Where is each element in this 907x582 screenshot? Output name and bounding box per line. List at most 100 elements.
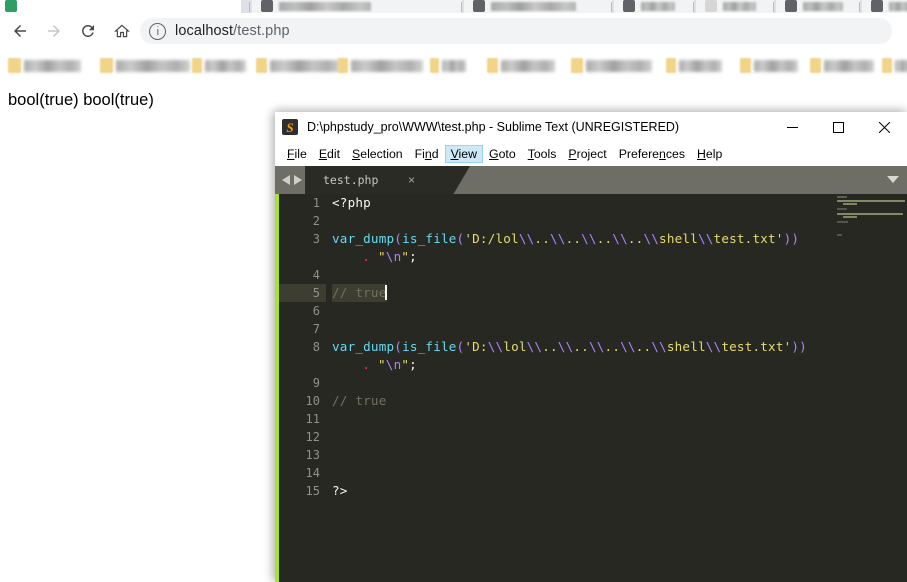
home-button[interactable] — [110, 19, 134, 43]
code-line[interactable]: 3 var_dump(is_file('D:/lol\\..\\..\\..\\.… — [275, 230, 907, 248]
browser-tab[interactable] — [614, 0, 694, 13]
line-number: 3 — [312, 232, 320, 246]
tab-nav-arrows[interactable] — [282, 175, 302, 185]
code-line[interactable]: 12 — [275, 428, 907, 446]
bookmarks-bar[interactable] — [0, 49, 907, 81]
code-token: is_file — [402, 339, 457, 354]
tab-separator — [693, 2, 694, 12]
menu-item-goto[interactable]: Goto — [483, 145, 522, 163]
bookmark-label-redacted — [501, 59, 555, 72]
editor-tab-test-php[interactable]: test.php — [305, 166, 470, 194]
code-token: lol — [503, 339, 527, 354]
bookmark-item[interactable] — [192, 57, 246, 74]
code-line[interactable]: 5 // true — [275, 284, 907, 302]
bookmark-item[interactable] — [8, 57, 81, 74]
tab-prev-icon[interactable] — [282, 175, 291, 185]
browser-tab-strip[interactable] — [0, 0, 907, 13]
code-token: <?php — [332, 195, 371, 210]
bookmark-item[interactable] — [810, 57, 874, 74]
browser-tab[interactable] — [252, 0, 462, 13]
chevron-down-icon[interactable] — [887, 176, 899, 183]
bookmark-item[interactable] — [666, 57, 722, 74]
minimap-line — [843, 203, 857, 205]
bookmark-item[interactable] — [430, 57, 466, 74]
bookmark-item[interactable] — [571, 57, 652, 74]
menu-item-help[interactable]: Help — [691, 145, 728, 163]
code-line[interactable]: 1 <?php — [275, 194, 907, 212]
bookmark-item[interactable] — [740, 57, 798, 74]
bookmark-item[interactable] — [338, 57, 423, 74]
code-line[interactable]: 9 — [275, 374, 907, 392]
code-token: )) — [783, 231, 800, 246]
code-token: // true — [332, 285, 387, 300]
bookmark-label-redacted — [824, 59, 874, 72]
code-line[interactable]: 13 — [275, 446, 907, 464]
code-token: " — [377, 249, 386, 264]
code-editor[interactable]: 1 <?php 2 3 var_dump(is_file('D:/lol\\..\\..… — [275, 194, 907, 582]
code-line[interactable]: 6 — [275, 302, 907, 320]
info-icon[interactable] — [149, 22, 166, 40]
line-number: 11 — [305, 412, 320, 426]
code-line[interactable]: 8 var_dump(is_file('D:\\lol\\..\\..\\..\\… — [275, 338, 907, 356]
sublime-title-bar[interactable]: S D:\phpstudy_pro\WWW\test.php - Sublime… — [275, 112, 907, 142]
menu-item-find[interactable]: Find — [409, 145, 445, 163]
code-line[interactable]: 7 — [275, 320, 907, 338]
tab-favicon-icon — [623, 0, 635, 12]
back-button[interactable] — [8, 19, 32, 43]
maximize-button[interactable] — [815, 112, 861, 142]
tab-title-redacted — [803, 2, 843, 11]
bookmark-item[interactable] — [256, 57, 340, 74]
menu-item-file[interactable]: File — [281, 145, 313, 163]
code-line[interactable]: 14 — [275, 464, 907, 482]
line-number: 6 — [312, 304, 320, 318]
browser-tab[interactable] — [464, 0, 612, 13]
reload-icon — [81, 24, 94, 37]
browser-tab[interactable] — [862, 0, 907, 13]
code-token: .. — [565, 231, 582, 246]
forward-button[interactable] — [42, 19, 66, 43]
editor-tab-close-icon[interactable]: × — [408, 174, 415, 186]
code-line[interactable]: 2 — [275, 212, 907, 230]
code-line[interactable]: . "\n"; — [275, 356, 907, 374]
code-line[interactable]: 11 — [275, 410, 907, 428]
reload-button[interactable] — [76, 19, 100, 43]
code-token: .. — [627, 231, 644, 246]
bookmark-label-redacted — [586, 59, 652, 72]
menu-item-edit[interactable]: Edit — [313, 145, 346, 163]
bookmark-label-redacted — [754, 59, 798, 72]
tab-next-icon[interactable] — [293, 175, 302, 185]
menu-item-project[interactable]: Project — [562, 145, 612, 163]
browser-tab[interactable] — [0, 0, 241, 13]
code-text: . "\n"; — [332, 248, 417, 266]
code-token: 'D:/lol — [464, 231, 519, 246]
bookmark-label-redacted — [205, 59, 246, 72]
code-line[interactable]: 4 — [275, 266, 907, 284]
bookmark-item[interactable] — [487, 57, 555, 74]
menu-item-view[interactable]: View — [444, 144, 483, 164]
line-number: 13 — [305, 448, 320, 462]
tab-separator — [773, 2, 774, 12]
bookmark-item[interactable] — [882, 57, 907, 74]
code-token: \\ — [588, 339, 605, 354]
minimize-button[interactable] — [769, 112, 815, 142]
browser-tab[interactable] — [696, 0, 774, 13]
line-number: 12 — [305, 430, 320, 444]
code-token: .. — [534, 231, 550, 246]
menu-item-tools[interactable]: Tools — [522, 145, 563, 163]
code-line[interactable]: . "\n"; — [275, 248, 907, 266]
tab-favicon-icon — [785, 0, 797, 12]
menu-item-selection[interactable]: Selection — [346, 145, 409, 163]
sublime-menu-bar[interactable]: File Edit Selection Find View Goto Tools Projec… — [275, 142, 907, 166]
code-text: <?php — [332, 194, 371, 212]
browser-tab[interactable] — [776, 0, 860, 13]
menu-item-preferences[interactable]: Preferences — [613, 145, 691, 163]
address-bar[interactable]: localhost/test.php — [140, 18, 892, 44]
bookmark-item[interactable] — [100, 57, 190, 74]
close-button[interactable] — [861, 112, 907, 142]
code-line[interactable]: 10 // true — [275, 392, 907, 410]
code-line[interactable]: 15 ?> — [275, 482, 907, 500]
back-arrow-icon — [14, 25, 26, 37]
editor-minimap[interactable] — [835, 194, 907, 582]
